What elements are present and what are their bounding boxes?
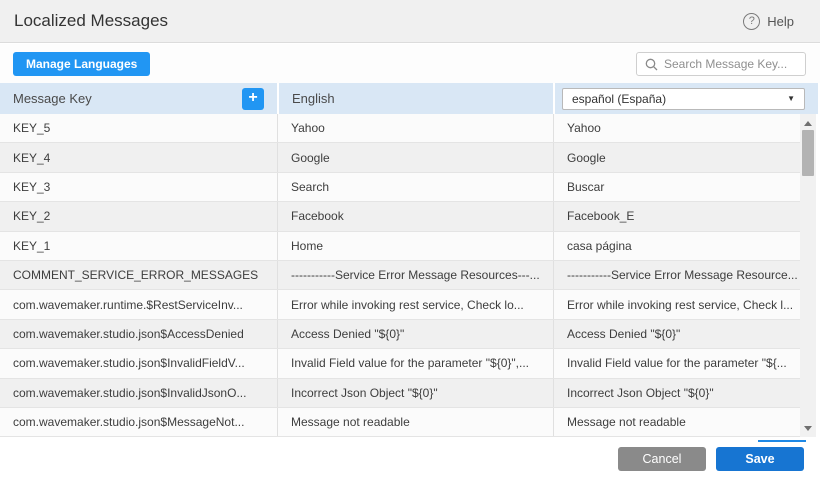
title-bar: Localized Messages ? Help xyxy=(0,0,820,43)
cell-key[interactable]: KEY_2 xyxy=(0,202,278,230)
help-label: Help xyxy=(767,14,794,29)
cell-english[interactable]: -----------Service Error Message Resourc… xyxy=(278,261,554,289)
manage-languages-button[interactable]: Manage Languages xyxy=(13,52,150,76)
search-box[interactable] xyxy=(636,52,806,76)
cell-key[interactable]: KEY_4 xyxy=(0,143,278,171)
table-row[interactable]: com.wavemaker.studio.json$InvalidFieldV.… xyxy=(0,349,800,378)
arrow-down-icon xyxy=(804,426,812,431)
table-row[interactable]: com.wavemaker.runtime.$RestServiceInv...… xyxy=(0,290,800,319)
help-icon: ? xyxy=(743,13,760,30)
vertical-scrollbar[interactable] xyxy=(800,114,816,437)
page-title: Localized Messages xyxy=(14,11,168,31)
cell-english[interactable]: Google xyxy=(278,143,554,171)
search-input[interactable] xyxy=(664,57,797,71)
language-select[interactable]: español (España) ▼ xyxy=(562,88,805,110)
cell-key[interactable]: com.wavemaker.studio.json$InvalidJsonO..… xyxy=(0,379,278,407)
scrollbar-thumb[interactable] xyxy=(802,130,814,176)
cell-spanish[interactable]: Message not readable xyxy=(554,408,800,436)
cell-key[interactable]: com.wavemaker.studio.json$InvalidFieldV.… xyxy=(0,349,278,377)
add-message-key-button[interactable]: + xyxy=(242,88,264,110)
table-row[interactable]: com.wavemaker.studio.json$AccessDeniedAc… xyxy=(0,320,800,349)
cell-key[interactable]: KEY_3 xyxy=(0,173,278,201)
cell-english[interactable]: Incorrect Json Object "${0}" xyxy=(278,379,554,407)
english-header-label: English xyxy=(292,91,335,106)
accent-bar xyxy=(758,440,806,442)
cell-key[interactable]: COMMENT_SERVICE_ERROR_MESSAGES xyxy=(0,261,278,289)
cell-spanish[interactable]: Access Denied "${0}" xyxy=(554,320,800,348)
cell-key[interactable]: com.wavemaker.studio.json$MessageNot... xyxy=(0,408,278,436)
column-header-english: English xyxy=(279,83,553,114)
cell-english[interactable]: Invalid Field value for the parameter "$… xyxy=(278,349,554,377)
table-row[interactable]: COMMENT_SERVICE_ERROR_MESSAGES----------… xyxy=(0,261,800,290)
column-header-message-key: Message Key + xyxy=(0,83,277,114)
cell-english[interactable]: Home xyxy=(278,232,554,260)
cell-english[interactable]: Message not readable xyxy=(278,408,554,436)
scroll-up-button[interactable] xyxy=(800,116,816,130)
table-row[interactable]: KEY_2FacebookFacebook_E xyxy=(0,202,800,231)
table-header: Message Key + English español (España) ▼ xyxy=(0,83,818,114)
table-row[interactable]: KEY_1Homecasa página xyxy=(0,232,800,261)
cell-english[interactable]: Error while invoking rest service, Check… xyxy=(278,290,554,318)
table-row[interactable]: KEY_4GoogleGoogle xyxy=(0,143,800,172)
cell-spanish[interactable]: Google xyxy=(554,143,800,171)
cell-spanish[interactable]: Yahoo xyxy=(554,114,800,142)
localized-messages-dialog: Localized Messages ? Help Manage Languag… xyxy=(0,0,820,487)
cell-key[interactable]: com.wavemaker.studio.json$AccessDenied xyxy=(0,320,278,348)
table-row[interactable]: KEY_3SearchBuscar xyxy=(0,173,800,202)
table-row[interactable]: KEY_5YahooYahoo xyxy=(0,114,800,143)
cell-spanish[interactable]: Incorrect Json Object "${0}" xyxy=(554,379,800,407)
toolbar: Manage Languages xyxy=(0,44,820,83)
column-header-language: español (España) ▼ xyxy=(555,83,818,114)
search-icon xyxy=(645,58,658,71)
cell-key[interactable]: KEY_1 xyxy=(0,232,278,260)
cell-spanish[interactable]: Facebook_E xyxy=(554,202,800,230)
cancel-button[interactable]: Cancel xyxy=(618,447,706,471)
save-button[interactable]: Save xyxy=(716,447,804,471)
table-row[interactable]: com.wavemaker.studio.json$MessageNot...M… xyxy=(0,408,800,437)
cell-spanish[interactable]: -----------Service Error Message Resourc… xyxy=(554,261,800,289)
cell-spanish[interactable]: Error while invoking rest service, Check… xyxy=(554,290,800,318)
cell-spanish[interactable]: Invalid Field value for the parameter "$… xyxy=(554,349,800,377)
cell-english[interactable]: Search xyxy=(278,173,554,201)
cell-spanish[interactable]: casa página xyxy=(554,232,800,260)
cell-key[interactable]: KEY_5 xyxy=(0,114,278,142)
chevron-down-icon: ▼ xyxy=(787,94,795,103)
scroll-down-button[interactable] xyxy=(800,421,816,435)
help-button[interactable]: ? Help xyxy=(743,13,794,30)
cell-english[interactable]: Yahoo xyxy=(278,114,554,142)
cell-english[interactable]: Facebook xyxy=(278,202,554,230)
language-select-value: español (España) xyxy=(572,92,666,106)
table-row[interactable]: com.wavemaker.studio.json$InvalidJsonO..… xyxy=(0,379,800,408)
message-key-header-label: Message Key xyxy=(13,91,92,106)
arrow-up-icon xyxy=(804,121,812,126)
cell-key[interactable]: com.wavemaker.runtime.$RestServiceInv... xyxy=(0,290,278,318)
cell-english[interactable]: Access Denied "${0}" xyxy=(278,320,554,348)
table-body: KEY_5YahooYahooKEY_4GoogleGoogleKEY_3Sea… xyxy=(0,114,800,437)
cell-spanish[interactable]: Buscar xyxy=(554,173,800,201)
